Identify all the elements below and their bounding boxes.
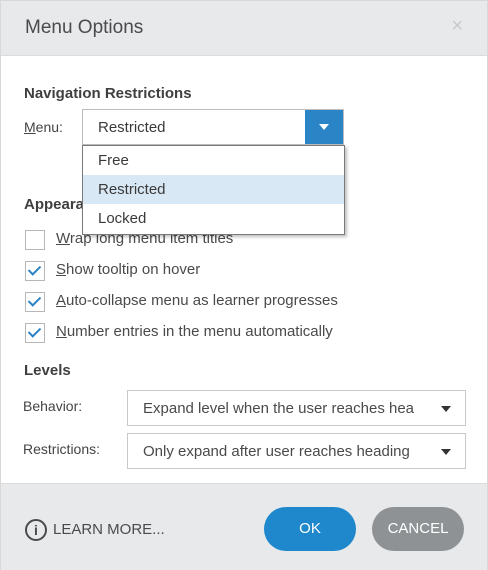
- show-tooltip-mnemonic: S: [56, 261, 67, 278]
- auto-collapse-mnemonic: A: [56, 292, 67, 309]
- dialog-title: Menu Options: [25, 17, 144, 38]
- menu-restriction-select[interactable]: Restricted: [82, 109, 344, 145]
- restrictions-select[interactable]: Only expand after user reaches heading: [127, 433, 466, 469]
- checkmark-icon: [27, 262, 42, 276]
- behavior-select-value: Expand level when the user reaches hea: [143, 400, 415, 417]
- number-entries-label: Number entries in the menu automatically: [56, 323, 333, 340]
- show-tooltip-checkbox[interactable]: [25, 261, 45, 281]
- auto-collapse-label: Auto-collapse menu as learner progresses: [56, 292, 338, 309]
- option-locked[interactable]: Locked: [83, 204, 344, 233]
- auto-collapse-checkbox[interactable]: [25, 292, 45, 312]
- appearance-heading: Appeara: [24, 196, 85, 213]
- checkmark-icon: [27, 324, 42, 338]
- info-icon[interactable]: i: [25, 519, 47, 541]
- behavior-select[interactable]: Expand level when the user reaches hea: [127, 390, 466, 426]
- chevron-down-icon: [441, 449, 451, 455]
- auto-collapse-text: uto-collapse menu as learner progresses: [66, 292, 338, 309]
- number-entries-mnemonic: N: [56, 323, 67, 340]
- menu-select-toggle[interactable]: [305, 110, 343, 144]
- chevron-down-icon: [319, 124, 329, 130]
- option-free[interactable]: Free: [83, 146, 344, 175]
- restrictions-label: Restrictions:: [23, 441, 101, 457]
- wrap-titles-mnemonic: W: [56, 230, 70, 247]
- dialog-footer: i LEARN MORE... OK CANCEL: [1, 483, 487, 570]
- menu-label: Menu:: [24, 119, 63, 135]
- number-entries-text: umber entries in the menu automatically: [66, 323, 333, 340]
- wrap-titles-checkbox[interactable]: [25, 230, 45, 250]
- show-tooltip-text: how tooltip on hover: [66, 261, 201, 278]
- menu-label-mnemonic: M: [24, 119, 36, 135]
- behavior-label: Behavior:: [23, 398, 83, 414]
- option-restricted[interactable]: Restricted: [83, 175, 344, 204]
- menu-select-value: Restricted: [98, 119, 166, 136]
- number-entries-checkbox[interactable]: [25, 323, 45, 343]
- close-icon[interactable]: ×: [451, 15, 463, 38]
- learn-more-link[interactable]: LEARN MORE...: [53, 521, 165, 538]
- checkmark-icon: [27, 293, 42, 307]
- levels-heading: Levels: [24, 362, 71, 379]
- dialog-titlebar: Menu Options ×: [1, 1, 487, 56]
- menu-label-text: enu:: [35, 119, 63, 135]
- menu-restriction-listbox: Free Restricted Locked: [82, 145, 345, 235]
- menu-options-dialog: Menu Options × Navigation Restrictions M…: [0, 0, 488, 570]
- cancel-button[interactable]: CANCEL: [372, 507, 464, 551]
- show-tooltip-label: Show tooltip on hover: [56, 261, 200, 278]
- chevron-down-icon: [441, 406, 451, 412]
- navigation-restrictions-heading: Navigation Restrictions: [24, 85, 192, 102]
- restrictions-select-value: Only expand after user reaches heading: [143, 443, 410, 460]
- ok-button[interactable]: OK: [264, 507, 356, 551]
